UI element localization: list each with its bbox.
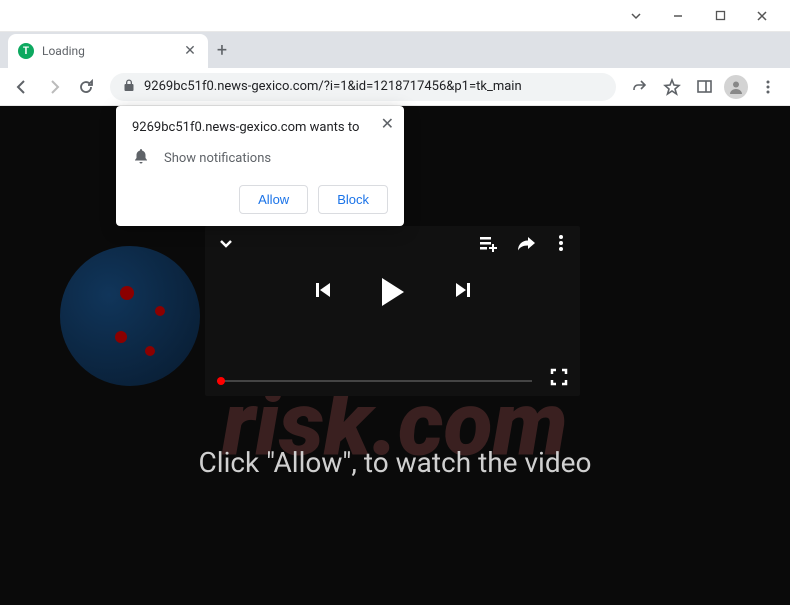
share-button[interactable] xyxy=(626,73,654,101)
url-text: 9269bc51f0.news-gexico.com/?i=1&id=12187… xyxy=(144,79,604,94)
bookmark-button[interactable] xyxy=(658,73,686,101)
playlist-add-icon[interactable] xyxy=(478,234,498,256)
play-button[interactable] xyxy=(382,278,404,306)
new-tab-button[interactable]: + xyxy=(208,36,236,64)
tab-bar: T Loading ✕ + xyxy=(0,32,790,68)
previous-track-button[interactable] xyxy=(314,281,332,303)
share-arrow-icon[interactable] xyxy=(516,235,536,255)
tab-close-button[interactable]: ✕ xyxy=(182,43,198,59)
side-panel-button[interactable] xyxy=(690,73,718,101)
tab-title: Loading xyxy=(42,44,174,58)
block-button[interactable]: Block xyxy=(318,185,388,214)
window-maximize-button[interactable] xyxy=(700,2,740,30)
popup-close-button[interactable]: ✕ xyxy=(381,114,394,133)
bell-icon xyxy=(132,147,150,169)
avatar-icon xyxy=(724,75,748,99)
watermark-circle-icon xyxy=(60,246,200,386)
video-player xyxy=(205,226,580,396)
allow-button[interactable]: Allow xyxy=(239,185,308,214)
window-close-button[interactable] xyxy=(742,2,782,30)
menu-button[interactable] xyxy=(754,73,782,101)
profile-button[interactable] xyxy=(722,73,750,101)
favicon-icon: T xyxy=(18,43,34,59)
lock-icon xyxy=(122,77,136,96)
chevron-down-icon[interactable] xyxy=(217,234,235,256)
popup-domain-text: 9269bc51f0.news-gexico.com wants to xyxy=(132,120,388,135)
progress-bar[interactable] xyxy=(217,380,532,382)
notification-permission-popup: ✕ 9269bc51f0.news-gexico.com wants to Sh… xyxy=(116,106,404,226)
forward-button[interactable] xyxy=(40,73,68,101)
more-vert-icon[interactable] xyxy=(554,234,568,256)
next-track-button[interactable] xyxy=(454,281,472,303)
reload-button[interactable] xyxy=(72,73,100,101)
window-dropdown-button[interactable] xyxy=(616,2,656,30)
window-minimize-button[interactable] xyxy=(658,2,698,30)
back-button[interactable] xyxy=(8,73,36,101)
cta-text: Click "Allow", to watch the video xyxy=(0,446,790,479)
popup-permission-label: Show notifications xyxy=(164,151,271,166)
window-controls xyxy=(0,0,790,32)
browser-tab[interactable]: T Loading ✕ xyxy=(8,34,208,68)
progress-handle-icon[interactable] xyxy=(217,377,225,385)
browser-toolbar: 9269bc51f0.news-gexico.com/?i=1&id=12187… xyxy=(0,68,790,106)
fullscreen-button[interactable] xyxy=(550,368,568,390)
address-bar[interactable]: 9269bc51f0.news-gexico.com/?i=1&id=12187… xyxy=(110,73,616,101)
